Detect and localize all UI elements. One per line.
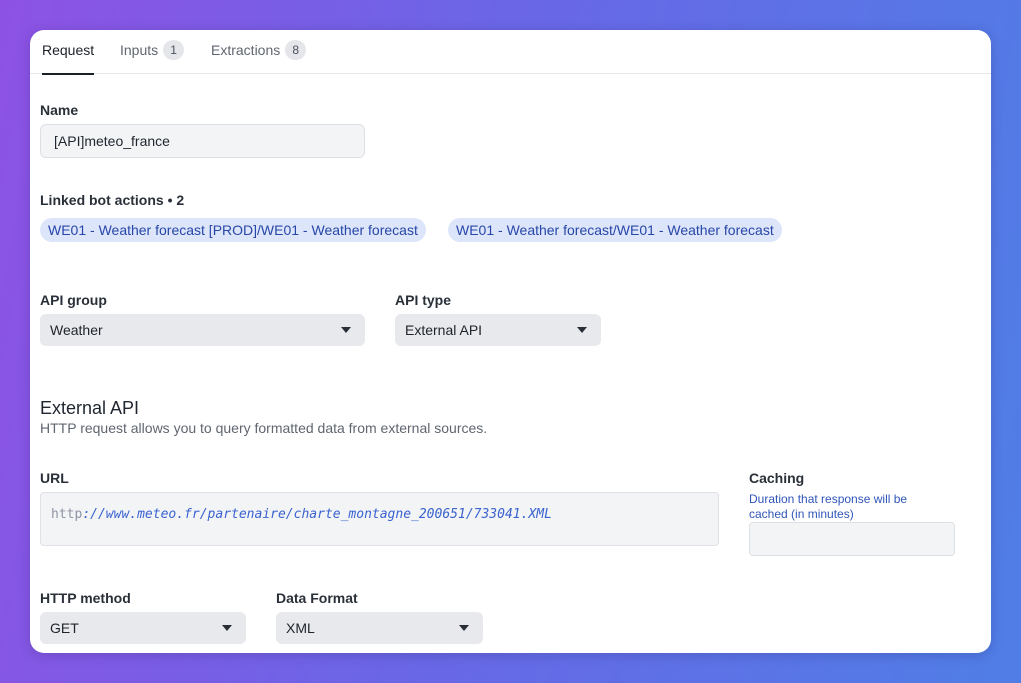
- linked-bot-actions-label: Linked bot actions • 2: [40, 192, 185, 208]
- section-description: HTTP request allows you to query formatt…: [40, 420, 488, 436]
- tab-inputs[interactable]: Inputs 1: [120, 40, 185, 74]
- name-label: Name: [40, 102, 79, 118]
- tab-extractions[interactable]: Extractions 8: [211, 40, 307, 74]
- tab-bar: Request Inputs 1 Extractions 8: [30, 30, 991, 75]
- linked-bot-action-chip[interactable]: WE01 - Weather forecast [PROD]/WE01 - We…: [40, 218, 426, 242]
- api-type-value: External API: [405, 322, 483, 338]
- url-editor[interactable]: http://www.meteo.fr/partenaire/charte_mo…: [40, 492, 719, 546]
- api-config-card: Request Inputs 1 Extractions 8 Name [API…: [30, 30, 991, 653]
- tab-extractions-count-badge: 8: [285, 40, 307, 60]
- data-format-select[interactable]: XML: [276, 612, 483, 644]
- data-format-label: Data Format: [276, 590, 358, 606]
- url-scheme: http: [51, 507, 83, 522]
- http-method-value: GET: [50, 620, 79, 636]
- api-group-label: API group: [40, 292, 107, 308]
- caching-label: Caching: [749, 470, 805, 486]
- name-input-value: [API]meteo_france: [54, 133, 170, 149]
- caching-description: Duration that response will be cached (i…: [749, 492, 908, 521]
- api-group-select[interactable]: Weather: [40, 314, 365, 346]
- http-method-label: HTTP method: [40, 590, 131, 606]
- tab-request-label: Request: [42, 42, 95, 58]
- linked-bot-action-chip[interactable]: WE01 - Weather forecast/WE01 - Weather f…: [448, 218, 782, 242]
- chevron-down-icon: [222, 625, 232, 631]
- api-group-value: Weather: [50, 322, 103, 338]
- name-input[interactable]: [API]meteo_france: [40, 124, 365, 158]
- section-title: External API: [40, 398, 140, 418]
- tab-extractions-label: Extractions: [211, 42, 281, 58]
- tab-inputs-count-badge: 1: [163, 40, 185, 60]
- http-method-select[interactable]: GET: [40, 612, 246, 644]
- url-path: ://www.meteo.fr/partenaire/charte_montag…: [82, 507, 552, 522]
- chevron-down-icon: [459, 625, 469, 631]
- api-type-select[interactable]: External API: [395, 314, 601, 346]
- tab-inputs-label: Inputs: [120, 42, 159, 58]
- chevron-down-icon: [577, 327, 587, 333]
- api-type-label: API type: [395, 292, 452, 308]
- tab-request[interactable]: Request: [42, 40, 95, 75]
- caching-input[interactable]: [749, 522, 955, 556]
- data-format-value: XML: [286, 620, 315, 636]
- chevron-down-icon: [341, 327, 351, 333]
- url-label: URL: [40, 470, 69, 486]
